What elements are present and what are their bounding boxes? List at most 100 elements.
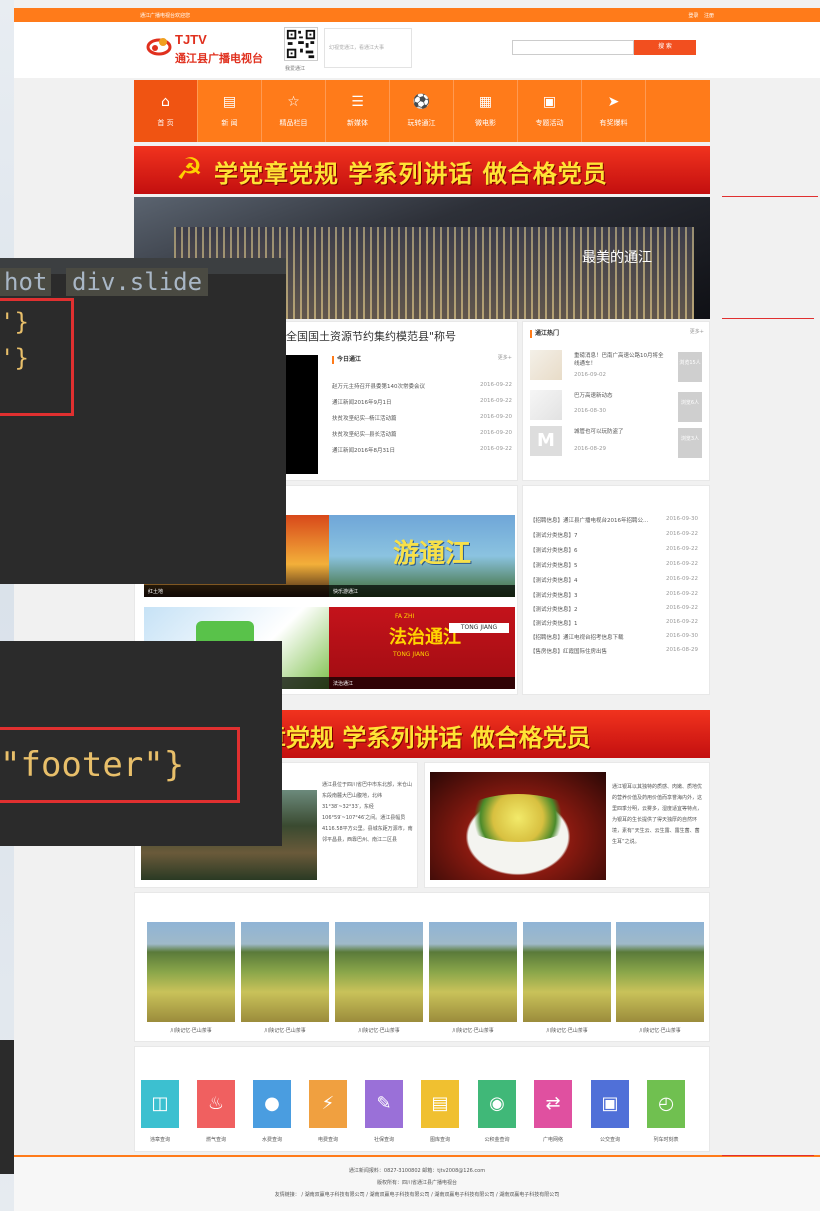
nav-item-programs[interactable]: ☆ 精品栏目 [262, 80, 326, 142]
service-label[interactable]: 电费查询 [305, 1136, 351, 1143]
site-header [14, 22, 820, 78]
category-tag[interactable]: 休闲娱乐 [528, 662, 559, 674]
gallery-image[interactable] [429, 922, 517, 1022]
more-link[interactable]: 更多+ [498, 354, 512, 364]
edit-icon[interactable]: ✎ [365, 1080, 403, 1128]
nav-item-micro-film[interactable]: ▦ 微电影 [454, 80, 518, 142]
gallery-caption[interactable]: 川陕记忆·巴山茶事 [241, 1027, 329, 1034]
footer-links[interactable]: 友情链接： / 湖南双赢电子科技有限公司 / 湖南双赢电子科技有限公司 / 湖南… [14, 1191, 820, 1198]
login-link[interactable]: 登录 [688, 13, 698, 19]
hot-item[interactable]: 巴万高速新动态 2016-08-30 浏览6人 [530, 390, 706, 428]
category-tag[interactable]: 餐饮美食 [561, 662, 592, 674]
nav-item-events[interactable]: ▣ 专题活动 [518, 80, 582, 142]
nav-item-news[interactable]: ▤ 新 闻 [198, 80, 262, 142]
announcement-item[interactable]: 【测试分类信息】2 2016-09-22 [530, 605, 698, 619]
service-label[interactable]: 图库查询 [417, 1136, 463, 1143]
announcement-item[interactable]: 【售房信息】红霞国际住房出售 2016-08-29 [530, 647, 698, 661]
category-tag[interactable]: 服饰鞋品 [660, 677, 691, 689]
gallery-image[interactable] [523, 922, 611, 1022]
gallery-caption[interactable]: 川陕记忆·巴山茶事 [523, 1027, 611, 1034]
intro-text-geography: 通江县位于四川省巴中市东北部，米仓山东段南麓大巴山腹地，北纬31°38′~32°… [322, 782, 413, 843]
thumb-label: 快乐游通江 [329, 585, 515, 597]
announcement-item[interactable]: 【测试分类信息】1 2016-09-22 [530, 619, 698, 633]
hot-date: 2016-08-29 [574, 446, 606, 452]
nav-label: 专题活动 [535, 119, 564, 127]
category-tag[interactable]: 生活服务 [528, 677, 559, 689]
tremella-dish-image[interactable] [430, 772, 606, 880]
thumb-overlay-text: 游通江 [393, 539, 472, 569]
gallery-caption[interactable]: 川陕记忆·巴山茶事 [147, 1027, 235, 1034]
service-label[interactable]: 燃气查询 [193, 1136, 239, 1143]
gallery-image[interactable] [616, 922, 704, 1022]
category-tag[interactable]: 便民 [594, 662, 625, 674]
news-headline[interactable]: 全国国土资源节约集约模范县"称号 [286, 328, 456, 344]
announcement-item[interactable]: 【测试分类信息】3 2016-09-22 [530, 591, 698, 605]
money-icon[interactable]: ◉ [478, 1080, 516, 1128]
footer-copyright: 版权所有：四川省通江县广播电视台 [376, 1180, 457, 1186]
category-tag[interactable]: 服饰鞋品 [627, 662, 658, 674]
service-label[interactable]: 广电网络 [530, 1136, 576, 1143]
category-tag[interactable]: 美容保健 [660, 662, 691, 674]
announcement-item[interactable]: 【招聘信息】通江县广播电视台2016年招聘公... 2016-09-30 [530, 516, 698, 530]
gallery-caption[interactable]: 川陕记忆·巴山茶事 [429, 1027, 517, 1034]
nav-item-home[interactable]: ⌂ 首 页 [134, 80, 198, 142]
calendar-icon: ▣ [542, 94, 557, 110]
gallery-caption[interactable]: 川陕记忆·巴山茶事 [616, 1027, 704, 1034]
gallery-image[interactable] [147, 922, 235, 1022]
hot-date: 2016-08-30 [574, 408, 606, 414]
service-label[interactable]: 列车时刻表 [643, 1136, 689, 1143]
more-link[interactable]: 更多+ [690, 328, 704, 338]
nav-item-tips[interactable]: ➤ 有奖爆料 [582, 80, 646, 142]
announcement-item[interactable]: 【测试分类信息】5 2016-09-22 [530, 561, 698, 575]
announcement-item[interactable]: 【测试分类信息】7 2016-09-22 [530, 531, 698, 545]
clock-icon[interactable]: ◴ [647, 1080, 685, 1128]
party-banner[interactable]: ☭ 学党章党规 学系列讲话 做合格党员 [134, 146, 710, 194]
gallery-image[interactable] [241, 922, 329, 1022]
search-button[interactable]: 搜 索 [634, 40, 696, 55]
gallery-caption[interactable]: 川陕记忆·巴山茶事 [335, 1027, 423, 1034]
header-notice: 幻视觉通江，看通江大事 [324, 28, 412, 68]
plug-icon[interactable]: ⚡ [309, 1080, 347, 1128]
news-item[interactable]: 扶贫攻坚纪实--杨江活动篇 2016-09-20 [332, 414, 512, 428]
section-title: 今日通江 [332, 354, 361, 364]
flame-icon[interactable]: ♨ [197, 1080, 235, 1128]
thumb-label: 法治通江 [329, 677, 515, 689]
nav-label: 玩转通江 [407, 119, 436, 127]
thumb-overlay-text: TONG JIANG [393, 651, 430, 658]
gallery-icon[interactable]: ▤ [421, 1080, 459, 1128]
shuffle-icon[interactable]: ⇄ [534, 1080, 572, 1128]
service-label[interactable]: 社保查询 [361, 1136, 407, 1143]
code-editor-overlay-3 [0, 1040, 14, 1174]
category-tag[interactable]: 休闲娱乐 [594, 677, 625, 689]
view-badge: 浏览3人 [678, 428, 702, 458]
view-badge: 浏览15人 [678, 352, 702, 382]
news-item[interactable]: 赵万元主持召开县委第140次常委会议 2016-09-22 [332, 382, 512, 396]
car-icon[interactable]: ◫ [141, 1080, 179, 1128]
news-item[interactable]: 通江新闻2016年9月1日 2016-09-22 [332, 398, 512, 412]
announcement-item[interactable]: 【招聘信息】通江电视台招考信息下载 2016-09-30 [530, 633, 698, 647]
search-input[interactable] [512, 40, 634, 55]
code-editor-overlay-2: "footer"} [0, 641, 282, 846]
register-link[interactable]: 注册 [704, 13, 714, 19]
service-label[interactable]: 公交查询 [587, 1136, 633, 1143]
hot-item[interactable]: M 城管也可以玩防盗了 2016-08-29 浏览3人 [530, 426, 706, 464]
category-tag[interactable]: 优惠信息 [561, 677, 592, 689]
category-tag[interactable]: 便民 [627, 677, 658, 689]
water-drop-icon[interactable]: ● [253, 1080, 291, 1128]
nav-item-explore[interactable]: ⚽ 玩转通江 [390, 80, 454, 142]
megaphone-icon: ➤ [607, 94, 620, 110]
announcement-item[interactable]: 【测试分类信息】4 2016-09-22 [530, 576, 698, 590]
news-item[interactable]: 扶贫攻坚纪实--县长活动篇 2016-09-20 [332, 430, 512, 444]
gallery-image[interactable] [335, 922, 423, 1022]
service-label[interactable]: 违章查询 [137, 1136, 183, 1143]
media-thumb[interactable]: FA ZHI 法治通江 TONG JIANG TONG JIANG 法治通江 [329, 607, 515, 689]
announcement-item[interactable]: 【测试分类信息】6 2016-09-22 [530, 546, 698, 560]
highlight-box [0, 298, 74, 416]
nav-item-new-media[interactable]: ☰ 新媒体 [326, 80, 390, 142]
media-thumb[interactable]: 游通江 快乐游通江 [329, 515, 515, 597]
service-label[interactable]: 水费查询 [249, 1136, 295, 1143]
bus-icon[interactable]: ▣ [591, 1080, 629, 1128]
hot-item[interactable]: 重磅消息！巴南广高速公路10月将全线通车！ 2016-09-02 浏览15人 [530, 350, 706, 388]
service-label[interactable]: 公积金查询 [474, 1136, 520, 1143]
news-item[interactable]: 通江新闻2016年8月31日 2016-09-22 [332, 446, 512, 460]
